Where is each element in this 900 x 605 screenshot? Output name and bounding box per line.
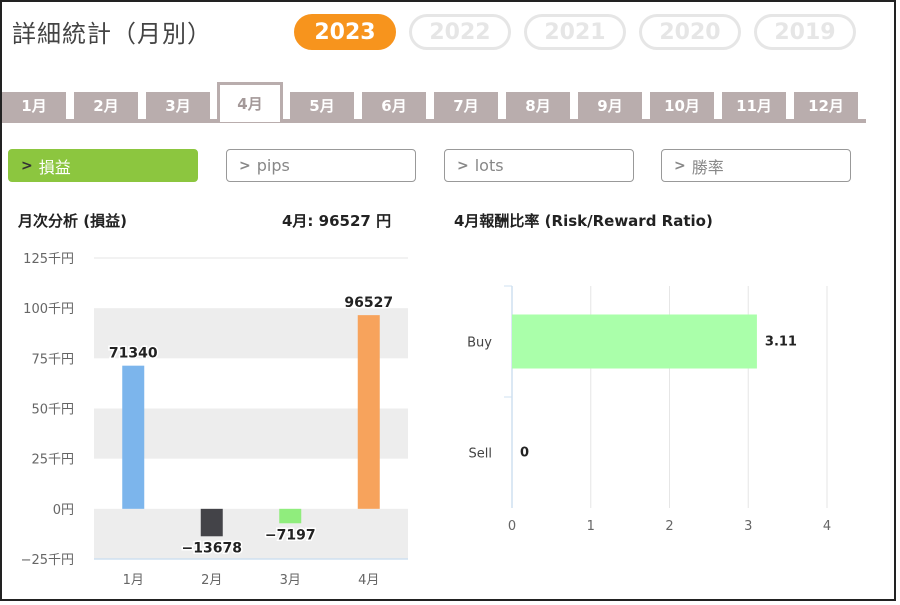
y-tick-label: −25千円 <box>21 553 74 568</box>
x-tick-label: 1月 <box>123 573 144 588</box>
year-button-2020[interactable]: 2020 <box>639 14 741 50</box>
right-chart-title: 4月報酬比率 (Risk/Reward Ratio) <box>454 212 713 230</box>
chevron-right-icon: > <box>239 157 251 174</box>
metric-label: 損益 <box>38 157 71 177</box>
year-button-2019[interactable]: 2019 <box>754 14 856 50</box>
bar-buy <box>512 314 757 369</box>
data-label: −7197 <box>265 527 316 543</box>
y-tick-label: Sell <box>469 447 492 462</box>
year-button-2022[interactable]: 2022 <box>409 14 511 50</box>
year-selector: 2023 2022 2021 2020 2019 <box>294 14 856 50</box>
month-tab-5[interactable]: 5月 <box>290 92 354 119</box>
x-tick-label: 4月 <box>358 573 379 588</box>
month-tab-10[interactable]: 10月 <box>650 92 714 119</box>
app-frame: 詳細統計（月別） 2023 2022 2021 2020 2019 1月 2月 … <box>0 0 896 601</box>
data-label: 0 <box>520 446 529 461</box>
month-tab-1[interactable]: 1月 <box>2 92 66 119</box>
x-tick-label: 4 <box>823 519 831 534</box>
data-label: 3.11 <box>765 335 797 350</box>
risk-reward-chart: 0 1 2 3 4 Buy 3.11 Sell 0 <box>467 285 831 534</box>
chevron-right-icon: > <box>457 157 469 174</box>
bar-1 <box>122 365 145 509</box>
tabs-divider <box>2 119 866 123</box>
year-button-2021[interactable]: 2021 <box>524 14 626 50</box>
x-tick-label: 3月 <box>280 573 301 588</box>
grid-band <box>94 508 408 559</box>
left-chart-summary: 4月: 96527 円 <box>282 212 392 230</box>
y-tick-label: 50千円 <box>31 403 74 418</box>
x-tick-label: 2 <box>665 519 673 534</box>
y-tick-label: 75千円 <box>31 352 74 367</box>
x-tick-label: 2月 <box>201 573 222 588</box>
month-tab-7[interactable]: 7月 <box>434 92 498 119</box>
data-label: 71340 <box>109 346 158 362</box>
month-tab-3[interactable]: 3月 <box>146 92 210 119</box>
month-tab-11[interactable]: 11月 <box>722 92 786 119</box>
x-tick-label: 0 <box>508 519 516 534</box>
month-tab-2[interactable]: 2月 <box>74 92 138 119</box>
metric-button-pips[interactable]: > pips <box>226 149 416 182</box>
data-label: −13678 <box>182 540 242 556</box>
data-label: 96527 <box>344 295 393 311</box>
month-tab-9[interactable]: 9月 <box>578 92 642 119</box>
metric-label: pips <box>256 156 290 175</box>
monthly-pnl-chart: −25千円 0円 25千円 50千円 75千円 100千円 125千円 71340 1月 −136… <box>21 252 408 588</box>
y-tick-label: 25千円 <box>31 453 74 468</box>
chevron-right-icon: > <box>674 157 686 174</box>
metric-button-winrate[interactable]: > 勝率 <box>661 149 851 182</box>
y-tick-label: 100千円 <box>23 302 74 317</box>
bar-4 <box>357 315 380 509</box>
bar-2 <box>200 508 223 537</box>
month-tab-8[interactable]: 8月 <box>506 92 570 119</box>
metric-label: 勝率 <box>691 157 724 177</box>
page-title: 詳細統計（月別） <box>12 20 212 48</box>
y-tick-label: Buy <box>467 336 492 351</box>
metric-button-lots[interactable]: > lots <box>444 149 634 182</box>
y-tick-label: 125千円 <box>23 252 74 267</box>
left-chart-title: 月次分析 (損益) <box>18 212 127 230</box>
month-tab-6[interactable]: 6月 <box>362 92 426 119</box>
chevron-right-icon: > <box>21 157 33 174</box>
x-tick-label: 3 <box>744 519 752 534</box>
metric-button-pnl[interactable]: > 損益 <box>8 149 198 182</box>
month-tab-12[interactable]: 12月 <box>794 92 858 119</box>
month-tab-4[interactable]: 4月 <box>217 82 283 122</box>
x-tick-label: 1 <box>587 519 595 534</box>
year-button-2023[interactable]: 2023 <box>294 14 396 50</box>
y-tick-label: 0円 <box>53 503 74 518</box>
month-tabs: 1月 2月 3月 4月 5月 6月 7月 8月 9月 10月 11月 12月 <box>2 82 866 124</box>
metric-label: lots <box>474 156 504 175</box>
bar-3 <box>279 508 302 524</box>
